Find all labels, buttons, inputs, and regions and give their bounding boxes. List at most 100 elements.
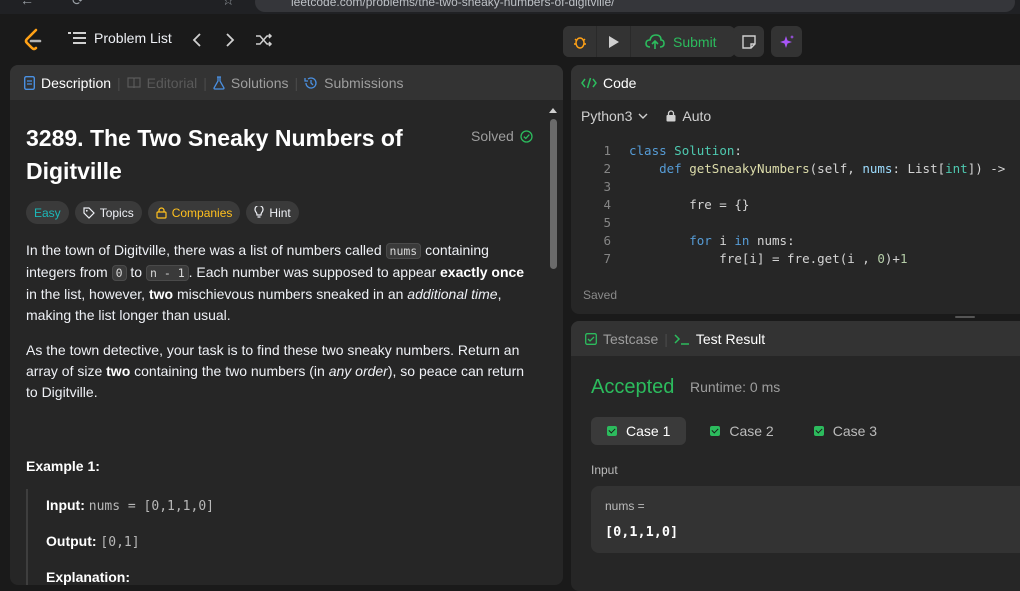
hint-tag[interactable]: Hint	[246, 201, 299, 224]
problem-statement-paragraph-2: As the town detective, your task is to f…	[26, 342, 525, 400]
browser-back-icon[interactable]: ←	[20, 0, 34, 8]
random-problem-button[interactable]	[252, 28, 276, 52]
check-circle-icon	[520, 129, 533, 143]
tab-description[interactable]: Description	[24, 75, 111, 91]
case-tab-1[interactable]: Case 1	[591, 417, 687, 445]
problem-list-button[interactable]: Problem List	[68, 30, 172, 46]
problem-statement-paragraph-1: In the town of Digitville, there was a l…	[26, 242, 525, 323]
lightbulb-icon	[254, 206, 264, 218]
scrollbar-thumb[interactable]	[550, 119, 557, 269]
code-line[interactable]: def getSneakyNumbers(self, nums: List[in…	[629, 161, 1005, 176]
inline-code: nums	[385, 243, 422, 259]
browser-reload-icon[interactable]: ⟳	[72, 0, 84, 9]
line-number: 4	[603, 197, 611, 212]
document-icon	[24, 75, 35, 90]
code-panel-header: Code	[571, 65, 1020, 100]
tab-testcase[interactable]: Testcase	[585, 331, 658, 347]
list-icon	[68, 32, 86, 44]
code-line[interactable]: fre[i] = fre.get(i , 0)+1	[629, 251, 907, 266]
case-tabs: Case 1 Case 2 Case 3	[591, 417, 893, 445]
lock-icon	[156, 206, 167, 219]
input-value[interactable]: [0,1,1,0]	[605, 524, 678, 540]
line-number: 5	[603, 215, 611, 230]
sparkle-icon	[779, 34, 794, 48]
next-problem-button[interactable]	[218, 28, 242, 52]
address-bar[interactable]: leetcode.com/problems/the-two-sneaky-num…	[255, 0, 1015, 12]
check-icon	[607, 426, 617, 436]
tab-code[interactable]: Code	[581, 75, 636, 91]
chevron-left-icon	[192, 33, 201, 47]
checkbox-icon	[585, 332, 597, 345]
flask-icon	[213, 75, 225, 90]
check-icon	[710, 426, 721, 436]
example-input: Input: nums = [0,1,1,0]	[46, 497, 214, 514]
cloud-upload-icon	[645, 33, 665, 49]
problem-tags: Easy Topics Companies Hint	[26, 201, 299, 224]
language-select[interactable]: Python3	[581, 108, 648, 124]
tab-submissions[interactable]: Submissions	[304, 75, 404, 91]
solved-status: Solved	[471, 128, 533, 144]
run-button[interactable]	[597, 26, 630, 57]
example-block: Input: nums = [0,1,1,0] Output: [0,1] Ex…	[26, 489, 506, 585]
chevron-right-icon	[226, 33, 235, 47]
ai-assistant-button[interactable]	[771, 26, 802, 57]
lock-icon	[666, 110, 676, 122]
code-line[interactable]	[629, 179, 637, 194]
submit-button[interactable]: Submit	[631, 26, 735, 57]
example-output: Output: [0,1]	[46, 533, 140, 550]
problem-title[interactable]: 3289. The Two Sneaky Numbers of Digitvil…	[26, 122, 446, 188]
topics-tag[interactable]: Topics	[74, 201, 142, 224]
result-status: Accepted	[591, 376, 675, 398]
auto-mode-toggle[interactable]: Auto	[666, 108, 711, 124]
scroll-up-arrow-icon[interactable]	[549, 107, 557, 113]
case-tab-2[interactable]: Case 2	[694, 417, 789, 445]
problem-list-label: Problem List	[94, 30, 172, 46]
code-line[interactable]: fre = {}	[629, 197, 749, 212]
editor-toolbar: Python3 Auto	[581, 108, 711, 124]
prev-problem-button[interactable]	[185, 28, 209, 52]
test-panel-tabs: Testcase | Test Result	[571, 321, 1020, 356]
line-number: 7	[603, 251, 611, 266]
code-line[interactable]: class Solution:	[629, 143, 742, 158]
line-number: 6	[603, 233, 611, 248]
input-box: nums = [0,1,1,0]	[591, 486, 1020, 553]
bug-icon	[573, 36, 586, 49]
chevron-down-icon	[638, 113, 648, 119]
example-title: Example 1:	[26, 458, 100, 474]
line-number: 1	[603, 143, 611, 158]
runtime-label: Runtime: 0 ms	[690, 379, 781, 395]
app-header: Problem List Submit	[0, 14, 1020, 66]
code-line[interactable]	[629, 215, 637, 230]
description-panel: Description | Editorial | Solutions | Su…	[10, 65, 563, 585]
notes-button[interactable]	[733, 26, 764, 57]
debug-button[interactable]	[563, 26, 596, 57]
description-tabs: Description | Editorial | Solutions | Su…	[10, 65, 563, 100]
panel-resize-handle[interactable]	[955, 316, 975, 318]
code-panel: Code Python3 Auto 1 2 3 4 5 6 7 class So…	[571, 65, 1020, 314]
line-number: 2	[603, 161, 611, 176]
case-tab-3[interactable]: Case 3	[798, 417, 893, 445]
submit-label: Submit	[673, 33, 717, 50]
test-panel: Testcase | Test Result Accepted Runtime:…	[571, 321, 1020, 591]
tab-test-result[interactable]: Test Result	[674, 331, 765, 347]
difficulty-badge: Easy	[26, 201, 69, 224]
browser-bookmark-icon[interactable]: ☆	[222, 0, 235, 9]
saved-indicator: Saved	[583, 288, 618, 302]
tag-icon	[83, 206, 95, 219]
browser-toolbar: ← ⟳ ☆ leetcode.com/problems/the-two-snea…	[0, 0, 1020, 14]
book-icon	[127, 76, 141, 88]
companies-tag[interactable]: Companies	[147, 201, 241, 224]
leetcode-logo-icon[interactable]	[22, 28, 44, 52]
inline-code: 0	[111, 265, 127, 281]
check-icon	[813, 426, 824, 436]
input-variable: nums =	[605, 499, 645, 513]
tab-editorial[interactable]: Editorial	[127, 75, 197, 91]
tab-solutions[interactable]: Solutions	[213, 75, 289, 91]
inline-code: n - 1	[146, 265, 189, 281]
description-scrollbar[interactable]	[549, 107, 557, 585]
code-line[interactable]: for i in nums:	[629, 233, 794, 248]
history-icon	[304, 76, 317, 89]
shuffle-icon	[256, 33, 273, 47]
example-explanation: Explanation:	[46, 569, 131, 585]
terminal-icon	[674, 333, 689, 345]
